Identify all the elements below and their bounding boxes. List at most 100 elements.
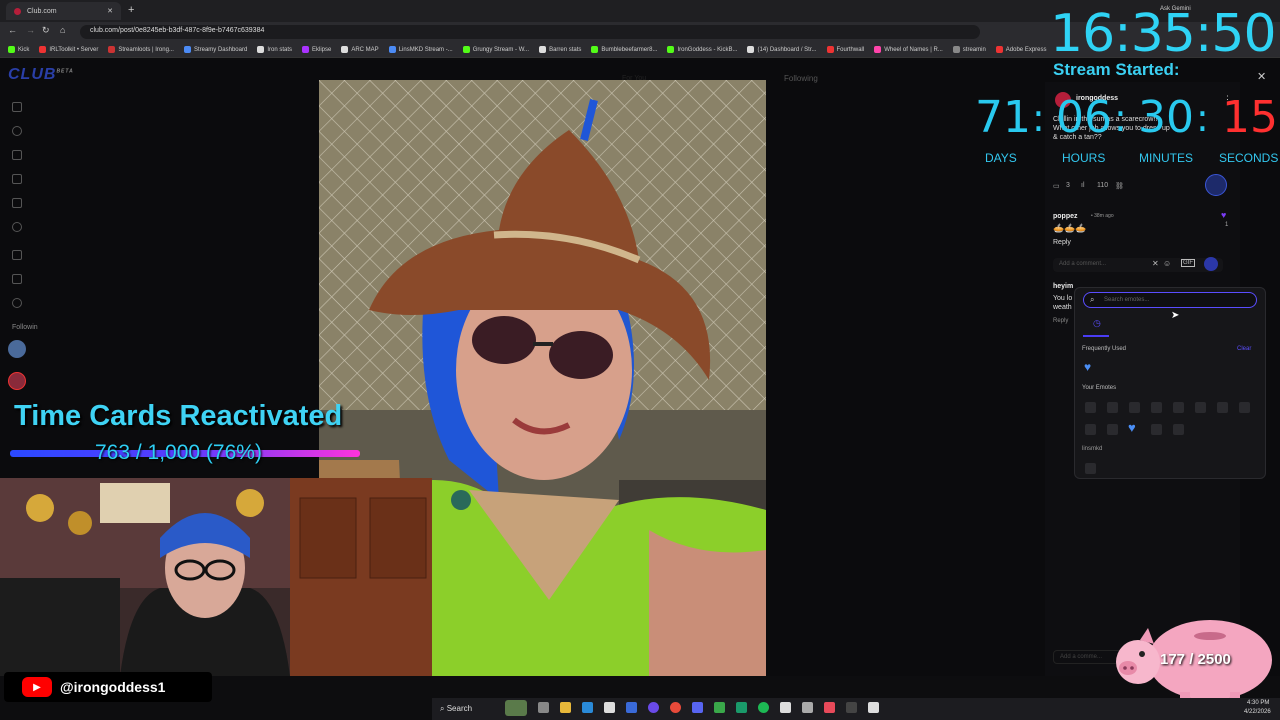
back-icon[interactable]: ← (8, 25, 17, 35)
webcam-image (0, 478, 432, 676)
hours-label: HOURS (1062, 151, 1106, 165)
bookmark[interactable]: Kick (8, 46, 29, 53)
new-tab-icon[interactable]: + (128, 4, 134, 16)
profile-nav-icon[interactable] (12, 298, 22, 308)
emote-slot[interactable] (1107, 424, 1118, 435)
emote-slot[interactable] (1217, 402, 1228, 413)
emote-slot[interactable] (1239, 402, 1250, 413)
app-icon[interactable] (648, 702, 659, 713)
club-favicon-icon (14, 7, 21, 15)
emote-slot[interactable] (1151, 402, 1162, 413)
app-icon[interactable] (714, 702, 725, 713)
bookmark[interactable]: ARC MAP (341, 46, 379, 53)
reply-button[interactable]: Reply (1053, 239, 1071, 246)
search-nav-icon[interactable] (12, 126, 22, 136)
bookmark[interactable]: IronGoddess - KickB... (667, 46, 737, 53)
bookmark[interactable]: Wheel of Names | R... (874, 46, 943, 53)
comments-count: 3 (1066, 182, 1070, 189)
bookmark[interactable]: (14) Dashboard / Str... (747, 46, 817, 53)
bookmark[interactable]: Grungy Stream - W... (462, 46, 529, 53)
file-explorer-icon[interactable] (560, 702, 571, 713)
settings-nav-icon[interactable] (12, 222, 22, 232)
url-field[interactable]: club.com/post/0e8245eb-b3df-487c-8f9e-b7… (80, 25, 980, 39)
comments-icon[interactable]: ▭ (1053, 182, 1060, 190)
home-icon[interactable]: ⌂ (60, 25, 65, 35)
emote-slot[interactable] (1085, 402, 1096, 413)
app-icon[interactable] (868, 702, 879, 713)
forward-icon[interactable]: → (26, 25, 35, 35)
avatar[interactable] (8, 372, 26, 390)
bookmark[interactable]: Adobe Express (995, 46, 1047, 53)
tab-following[interactable]: Following (784, 74, 818, 83)
webcam-feed (0, 478, 432, 676)
bookmark[interactable]: Iron stats (257, 46, 292, 53)
comment-input[interactable]: Add a comment... (1053, 258, 1223, 272)
bookmark[interactable]: streamin (952, 46, 986, 53)
vault-nav-icon[interactable] (12, 274, 22, 284)
emote-slot[interactable] (1085, 424, 1096, 435)
games-nav-icon[interactable] (12, 150, 22, 160)
emote-slot[interactable] (1107, 402, 1118, 413)
emote-slot[interactable] (1129, 402, 1140, 413)
youtube-handle-badge: ▶ @irongoddess1 (4, 672, 212, 702)
browser-tab[interactable]: Club.com ✕ (6, 2, 121, 20)
bookmark[interactable]: Bumblebeefarmer8... (591, 46, 657, 53)
emote-picker: ⌕ Search emotes... ◷ Frequently Used Cle… (1074, 287, 1266, 479)
link-icon[interactable]: ⛓ (1115, 182, 1124, 190)
bookmark[interactable]: Fourthwall (826, 46, 864, 53)
app-icon[interactable] (802, 702, 813, 713)
recent-tab-icon[interactable]: ◷ (1093, 318, 1101, 329)
notifications-nav-icon[interactable] (12, 174, 22, 184)
countdown-minutes: 30 (1138, 92, 1194, 143)
search-icon: ⌕ (440, 704, 447, 713)
comment-user[interactable]: poppez (1053, 213, 1078, 220)
share-icon[interactable] (1205, 174, 1227, 196)
close-tab-icon[interactable]: ✕ (107, 7, 113, 15)
comment-user[interactable]: heyim (1053, 283, 1073, 290)
discord-icon[interactable] (692, 702, 703, 713)
heart-icon[interactable]: ♥ (1221, 210, 1226, 220)
emote-slot[interactable] (1085, 463, 1096, 474)
app-icon[interactable] (824, 702, 835, 713)
heart-emote-icon[interactable]: ♥ (1084, 360, 1091, 374)
chrome-icon[interactable] (670, 702, 681, 713)
app-icon[interactable] (780, 702, 791, 713)
taskbar-search[interactable]: ⌕ Search (440, 704, 472, 714)
clear-button[interactable]: Clear (1237, 346, 1251, 352)
weather-widget-icon[interactable] (505, 700, 527, 716)
app-icon[interactable] (736, 702, 747, 713)
emote-slot[interactable] (1173, 402, 1184, 413)
bookmark[interactable]: Barren stats (539, 46, 581, 53)
reload-icon[interactable]: ↻ (42, 25, 50, 36)
clubs-nav-icon[interactable] (12, 198, 22, 208)
bookmark[interactable]: Streamloots | Irong... (108, 46, 174, 53)
emote-search-input[interactable]: ⌕ Search emotes... (1083, 292, 1257, 308)
taskbar-date: 4/22/2026 (1244, 709, 1271, 715)
mail-icon[interactable] (626, 702, 637, 713)
send-icon[interactable] (1204, 257, 1218, 271)
bookmark[interactable]: IRLToolkit • Server (39, 46, 98, 53)
edge-icon[interactable] (582, 702, 593, 713)
bookmark[interactable]: LinsMKD Stream -... (388, 46, 453, 53)
avatar[interactable] (8, 340, 26, 358)
reply-button[interactable]: Reply (1053, 318, 1068, 324)
emote-slot[interactable] (1195, 402, 1206, 413)
store-icon[interactable] (604, 702, 615, 713)
search-icon: ⌕ (1090, 295, 1095, 304)
clock-overlay: 16:35:50 (1050, 4, 1277, 64)
spotify-icon[interactable] (758, 702, 769, 713)
home-nav-icon[interactable] (12, 102, 22, 112)
app-icon[interactable] (846, 702, 857, 713)
task-view-icon[interactable] (538, 702, 549, 713)
close-icon[interactable]: ✕ (1257, 70, 1266, 83)
bookmark[interactable]: Streamy Dashboard (183, 46, 247, 53)
emoji-icon[interactable]: ☺ (1163, 259, 1171, 268)
cancel-icon[interactable]: ✕ (1152, 259, 1159, 268)
heart-emote-icon[interactable]: ♥ (1128, 420, 1136, 435)
bookmark[interactable]: Eklipse (302, 46, 331, 53)
create-nav-icon[interactable] (12, 250, 22, 260)
time-cards-title: Time Cards Reactivated (14, 400, 343, 432)
emote-slot[interactable] (1151, 424, 1162, 435)
gif-icon[interactable]: GIF (1181, 259, 1195, 267)
emote-slot[interactable] (1173, 424, 1184, 435)
